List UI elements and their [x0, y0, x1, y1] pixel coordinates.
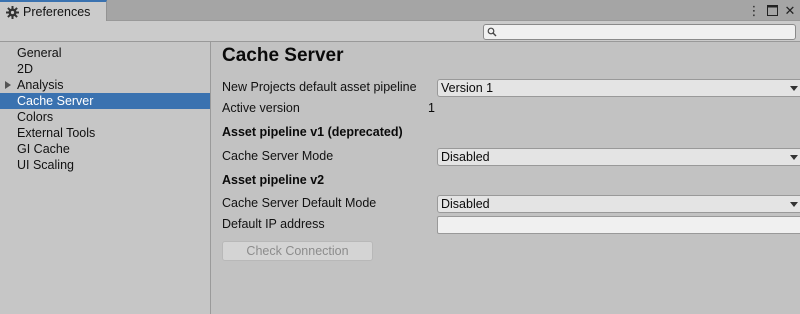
sidebar-item-ui-scaling[interactable]: UI Scaling: [0, 157, 210, 173]
sidebar-item-label: External Tools: [17, 126, 96, 140]
maximize-icon[interactable]: [766, 3, 778, 17]
window-controls: ⋮ ✕: [748, 2, 796, 18]
sidebar-item-label: GI Cache: [17, 142, 70, 156]
sidebar-item-general[interactable]: General: [0, 45, 210, 61]
pipeline-row: New Projects default asset pipeline Vers…: [222, 79, 800, 97]
sidebar-item-cache-server[interactable]: Cache Server: [0, 93, 210, 109]
ip-address-field[interactable]: [437, 216, 800, 234]
pipeline-label: New Projects default asset pipeline: [222, 80, 417, 94]
v1-mode-dropdown[interactable]: Disabled: [437, 148, 800, 166]
chevron-right-icon[interactable]: [5, 81, 11, 89]
chevron-down-icon: [790, 202, 798, 207]
search-icon: [487, 27, 497, 37]
sidebar-item-label: UI Scaling: [17, 158, 74, 172]
ip-row: Default IP address: [222, 216, 800, 234]
sidebar-item-analysis[interactable]: Analysis: [0, 77, 210, 93]
window-tab-bar: Preferences ⋮ ✕: [0, 0, 800, 22]
more-options-icon[interactable]: ⋮: [748, 3, 761, 17]
close-icon[interactable]: ✕: [784, 3, 796, 17]
tab-title: Preferences: [23, 5, 91, 19]
v2-section-header: Asset pipeline v2: [222, 173, 325, 187]
v1-section-header: Asset pipeline v1 (deprecated): [222, 125, 403, 139]
v2-mode-row: Cache Server Default Mode Disabled: [222, 195, 800, 213]
toolbar: [0, 21, 800, 42]
sidebar-item-external-tools[interactable]: External Tools: [0, 125, 210, 141]
gear-icon: [6, 5, 19, 19]
sidebar-item-label: Analysis: [17, 78, 64, 92]
main-panel: Cache Server New Projects default asset …: [212, 42, 800, 314]
v2-mode-label: Cache Server Default Mode: [222, 196, 377, 210]
search-input[interactable]: [483, 24, 796, 40]
active-version-row: Active version 1: [222, 100, 796, 118]
chevron-down-icon: [790, 86, 798, 91]
v1-mode-label: Cache Server Mode: [222, 149, 334, 163]
ip-label: Default IP address: [222, 217, 325, 231]
sidebar-item-label: Cache Server: [17, 94, 94, 108]
chevron-down-icon: [790, 155, 798, 160]
v2-mode-dropdown[interactable]: Disabled: [437, 195, 800, 213]
sidebar: General 2D Analysis Cache Server Colors Exter…: [0, 42, 211, 314]
sidebar-item-label: 2D: [17, 62, 33, 76]
pipeline-dropdown[interactable]: Version 1: [437, 79, 800, 97]
sidebar-item-2d[interactable]: 2D: [0, 61, 210, 77]
v2-mode-value: Disabled: [441, 197, 490, 211]
page-title: Cache Server: [222, 45, 344, 66]
v1-mode-row: Cache Server Mode Disabled: [222, 148, 800, 166]
check-connection-button[interactable]: Check Connection: [222, 241, 373, 261]
active-version-value: 1: [428, 101, 435, 115]
sidebar-item-colors[interactable]: Colors: [0, 109, 210, 125]
sidebar-item-label: Colors: [17, 110, 54, 124]
pipeline-value: Version 1: [441, 81, 494, 95]
sidebar-item-label: General: [17, 46, 62, 60]
v1-mode-value: Disabled: [441, 150, 490, 164]
preferences-tab[interactable]: Preferences: [0, 0, 107, 22]
sidebar-item-gi-cache[interactable]: GI Cache: [0, 141, 210, 157]
active-version-label: Active version: [222, 101, 300, 115]
